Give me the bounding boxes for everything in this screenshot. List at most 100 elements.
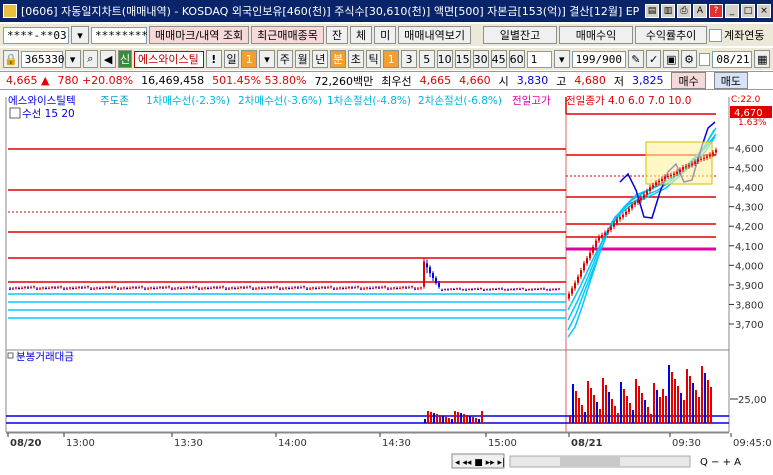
sell-button[interactable]: 매도 (713, 72, 748, 89)
trade-mark-query-button[interactable]: 매매마크/내역 조회 (149, 26, 250, 44)
lock-icon[interactable]: 🔒 (3, 50, 19, 68)
volume-ratio: 501.45% 53.80% (212, 74, 307, 87)
legend-buy1: 1차매수선(-2.3%) (146, 95, 230, 107)
legend-prev-close: 전일종가 4.0 6.0 7.0 10.0 (566, 94, 691, 107)
open-label: 시 (498, 74, 509, 88)
time-axis-label: 08/20 (10, 438, 42, 449)
price-axis-label: 4,300 (735, 203, 764, 214)
second-button[interactable]: 초 (347, 50, 364, 68)
search-icon[interactable]: ⌕ (82, 50, 99, 68)
pen-icon[interactable]: ✎ (627, 50, 644, 68)
high-price: 4,680 (574, 74, 606, 87)
week-button[interactable]: 주 (276, 50, 293, 68)
time-axis-label: 09:30 (672, 438, 701, 449)
period-5-button[interactable]: 5 (418, 50, 435, 68)
speaker-icon[interactable]: ◀ (100, 50, 116, 68)
day-button[interactable]: 일 (223, 50, 240, 68)
window-pin-icon[interactable]: A (693, 4, 707, 18)
main-zone-box (645, 141, 713, 185)
code-search-icon[interactable]: ▾ (64, 50, 81, 68)
account-dropdown-button[interactable]: ▾ (71, 26, 89, 44)
time-axis-label: 15:00 (488, 438, 517, 449)
account-toolbar: ****-**03 ▾ ******** 매매마크/내역 조회 최근매매종목 잔… (0, 24, 773, 46)
day-count-field[interactable]: 1 (241, 50, 258, 68)
high-label: 고 (556, 74, 567, 88)
credit-badge: 신 (118, 50, 133, 68)
time-axis-label: 13:30 (174, 438, 203, 449)
price-axis-label: 3,700 (735, 320, 764, 331)
account-link-checkbox[interactable] (709, 28, 723, 42)
trade-amount: 72,260백만 (314, 74, 374, 88)
period-15-button[interactable]: 15 (454, 50, 471, 68)
period-10-button[interactable]: 10 (436, 50, 453, 68)
period-45-button[interactable]: 45 (490, 50, 507, 68)
axis-top-label: C:22.0 (731, 95, 761, 105)
best-ask-label: 최우선 (381, 74, 412, 88)
settings-icon[interactable]: ⚙ (681, 50, 697, 68)
account-input[interactable]: ****-**03 (3, 26, 69, 44)
executed-toggle[interactable]: 체 (350, 26, 373, 44)
time-axis-label: 09:45:0 (733, 438, 772, 449)
price-chart[interactable]: 에스와이스틸텍 주도존 1차매수선(-2.3%) 2차매수선(-3.6%) 1차… (0, 92, 773, 472)
legend-stock-name: 에스와이스틸텍 (8, 94, 76, 107)
stock-code-input[interactable]: 365330 (20, 50, 65, 68)
year-button[interactable]: 년 (312, 50, 329, 68)
month-button[interactable]: 월 (294, 50, 311, 68)
help-button[interactable]: ? (709, 4, 723, 18)
check-icon[interactable]: ✓ (645, 50, 662, 68)
unexecuted-toggle[interactable]: 미 (374, 26, 397, 44)
page-count-field[interactable]: 199/900 (571, 50, 626, 68)
legend-stop2: 2차손절선(-6.8%) (418, 94, 502, 107)
date-input[interactable]: 08/21 (712, 50, 753, 68)
volume-panel-icon (7, 352, 14, 359)
window-split-icon[interactable]: ▥ (661, 4, 675, 18)
period-input[interactable]: 1 (526, 50, 552, 68)
quote-bar: 4,665 ▲ 780 +20.08% 16,469,458 501.45% 5… (0, 71, 773, 90)
low-price: 3,825 (631, 74, 664, 87)
legend-buy2: 2차매수선(-3.6%) (238, 95, 322, 107)
legend-stop1: 1차손절선(-4.8%) (327, 94, 411, 107)
close-button[interactable]: × (757, 4, 771, 18)
price-axis-label: 3,800 (735, 300, 764, 311)
trade-profit-button[interactable]: 매매수익 (559, 26, 634, 44)
period-3-button[interactable]: 3 (401, 50, 417, 68)
daily-balance-button[interactable]: 일별잔고 (483, 26, 558, 44)
recent-trades-button[interactable]: 최근매매종목 (251, 26, 324, 44)
low-label: 저 (613, 74, 624, 88)
profit-trend-button[interactable]: 수익률추이 (635, 26, 708, 44)
buy-button[interactable]: 매수 (671, 72, 706, 89)
save-icon[interactable]: ▣ (663, 50, 680, 68)
minute-button[interactable]: 분 (330, 50, 346, 68)
grid-icon[interactable] (9, 107, 21, 119)
trade-volume: 16,469,458 (141, 74, 205, 87)
zoom-controls[interactable]: Q − + A (700, 457, 741, 468)
chart-scroll-thumb[interactable] (560, 457, 620, 466)
calendar-icon[interactable]: ▦ (754, 50, 771, 68)
alert-button[interactable]: ! (205, 50, 222, 68)
best-ask: 4,665 (419, 74, 452, 87)
window-print-icon[interactable]: ⎙ (677, 4, 691, 18)
price-axis-label: 4,400 (735, 183, 764, 194)
chart-area[interactable]: 에스와이스틸텍 주도존 1차매수선(-2.3%) 2차매수선(-3.6%) 1차… (0, 92, 773, 472)
period-1-button[interactable]: 1 (383, 50, 400, 68)
volume-axis-label: 25,00 (738, 395, 767, 406)
app-icon (3, 4, 17, 18)
period-dropdown[interactable]: ▾ (553, 50, 570, 68)
time-axis-label: 14:00 (278, 438, 307, 449)
tick-button[interactable]: 틱 (365, 50, 382, 68)
maximize-button[interactable]: □ (741, 4, 755, 18)
password-input[interactable]: ******** (91, 26, 148, 44)
period-30-button[interactable]: 30 (472, 50, 489, 68)
date-checkbox[interactable] (698, 52, 711, 66)
current-price: 4,665 ▲ (6, 74, 50, 87)
trade-history-button[interactable]: 매매내역보기 (398, 26, 472, 44)
balance-toggle[interactable]: 잔 (325, 26, 349, 44)
minimize-button[interactable]: _ (725, 4, 739, 18)
legend-prev-high: 전일고가 (512, 94, 551, 107)
price-axis-label: 4,200 (735, 222, 764, 233)
day-count-dropdown[interactable]: ▾ (259, 50, 275, 68)
price-axis-label: 4,600 (735, 144, 764, 155)
window-layout-icon[interactable]: ▤ (645, 4, 659, 18)
legend-line2: 수선 15 20 (22, 108, 75, 120)
period-60-button[interactable]: 60 (508, 50, 525, 68)
